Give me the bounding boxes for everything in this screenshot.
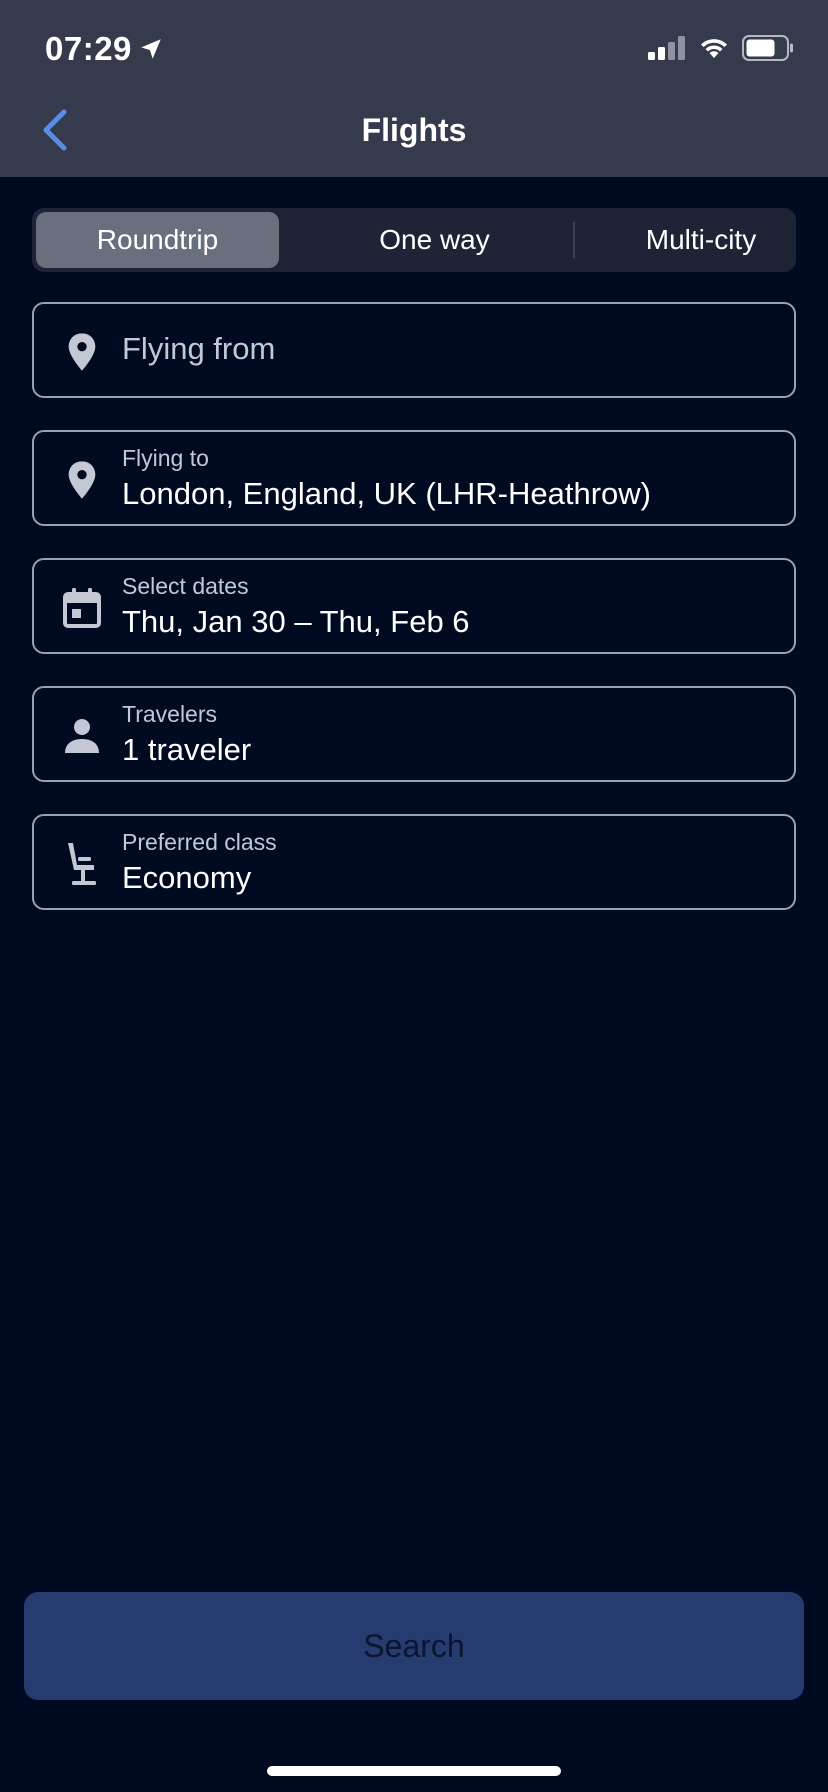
status-time-text: 07:29: [45, 30, 132, 67]
cellular-signal-icon: [648, 36, 685, 60]
class-label: Preferred class: [122, 829, 277, 855]
dates-value: Thu, Jan 30 – Thu, Feb 6: [122, 604, 470, 639]
class-field[interactable]: Preferred class Economy: [32, 814, 796, 910]
location-arrow-icon: [141, 39, 161, 59]
origin-placeholder: Flying from: [122, 331, 276, 366]
battery-icon: [742, 35, 793, 61]
tab-one-way[interactable]: One way: [313, 212, 556, 268]
status-icons: [648, 35, 794, 61]
dates-field[interactable]: Select dates Thu, Jan 30 – Thu, Feb 6: [32, 558, 796, 654]
destination-field[interactable]: Flying to London, England, UK (LHR-Heath…: [32, 430, 796, 526]
travelers-value: 1 traveler: [122, 732, 252, 767]
status-time: 07:29: [45, 30, 164, 68]
top-bar: 07:29 Flights: [0, 0, 828, 177]
page-title: Flights: [361, 112, 467, 148]
map-pin-icon: [60, 330, 104, 374]
tab-roundtrip[interactable]: Roundtrip: [36, 212, 279, 268]
home-indicator: [267, 1766, 561, 1776]
search-button[interactable]: Search: [24, 1592, 804, 1700]
travelers-field[interactable]: Travelers 1 traveler: [32, 686, 796, 782]
origin-field[interactable]: Flying from: [32, 302, 796, 398]
destination-label: Flying to: [122, 445, 209, 471]
dates-label: Select dates: [122, 573, 249, 599]
map-pin-icon: [60, 458, 104, 502]
calendar-icon: [60, 586, 104, 630]
flights-search-screen: 07:29 Flights Roundtrip One way Multi-ci…: [0, 0, 828, 1792]
destination-value: London, England, UK (LHR-Heathrow): [122, 476, 651, 511]
wifi-icon: [701, 39, 727, 58]
tab-multi-city[interactable]: Multi-city: [578, 212, 824, 268]
trip-type-segmented-control: Roundtrip One way Multi-city: [32, 208, 796, 272]
person-icon: [60, 714, 104, 758]
travelers-label: Travelers: [122, 701, 217, 727]
seat-icon: [60, 842, 104, 886]
class-value: Economy: [122, 860, 252, 895]
segment-divider: [573, 222, 575, 258]
